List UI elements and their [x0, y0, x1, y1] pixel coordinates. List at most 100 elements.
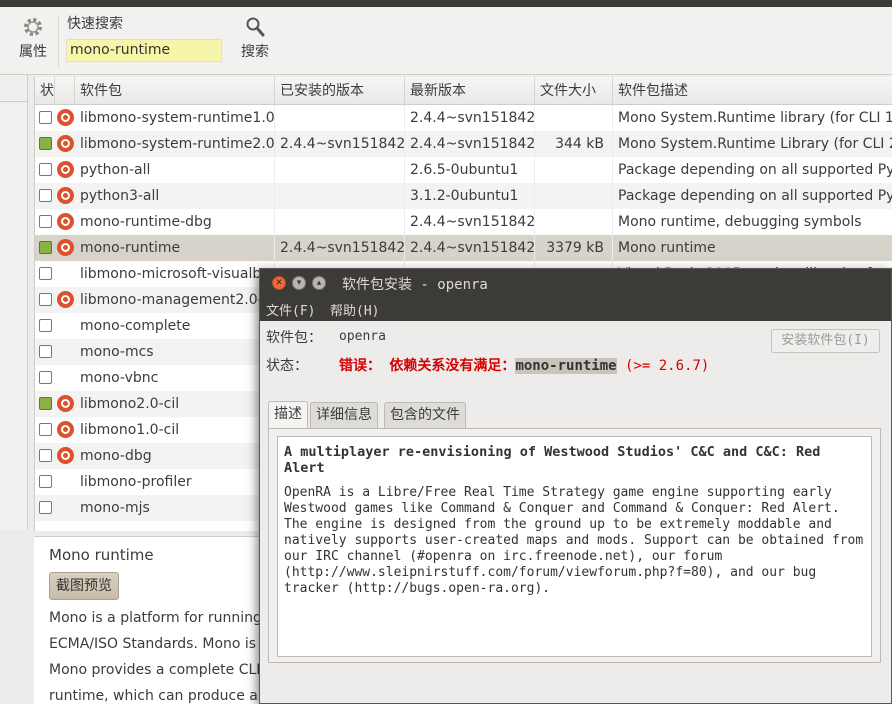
cell-size: 344 kB [535, 131, 613, 157]
ubuntu-icon [57, 291, 74, 308]
dialog-menubar: 文件(F) 帮助(H) [260, 297, 891, 321]
table-row[interactable]: mono-runtime-dbg 2.4.4~svn151842-1 Mono ru… [35, 209, 892, 235]
menu-help[interactable]: 帮助(H) [330, 300, 379, 319]
cell-desc: Mono runtime [613, 235, 892, 261]
cell-size [535, 209, 613, 235]
cell-size [535, 157, 613, 183]
column-latest-version[interactable]: 最新版本 [405, 77, 535, 105]
close-icon[interactable]: ✕ [272, 276, 286, 290]
cell-name: libmono-profiler [75, 469, 275, 495]
status-checkbox[interactable] [39, 215, 52, 228]
status-checkbox[interactable] [39, 267, 52, 280]
cell-desc: Mono runtime, debugging symbols [613, 209, 892, 235]
column-support[interactable] [55, 77, 75, 105]
properties-label: 属性 [19, 44, 47, 60]
quick-search-input[interactable]: mono-runtime [66, 39, 222, 62]
table-row[interactable]: libmono-system-runtime2.0-cil 2.4.4~svn15… [35, 131, 892, 157]
cell-desc: Mono System.Runtime Library (for CLI 2.0… [613, 131, 892, 157]
column-package[interactable]: 软件包 [75, 77, 275, 105]
status-checkbox[interactable] [39, 241, 52, 254]
status-checkbox[interactable] [39, 501, 52, 514]
filter-pane[interactable] [0, 75, 28, 530]
cell-desc: Package depending on all supported Pytho… [613, 183, 892, 209]
ubuntu-icon [57, 421, 74, 438]
cell-name: mono-complete [75, 313, 275, 339]
ubuntu-icon [57, 135, 74, 152]
status-label: 状态： [266, 358, 308, 374]
status-checkbox[interactable] [39, 475, 52, 488]
status-error: 错误： 依赖关系没有满足： [339, 358, 516, 374]
status-checkbox[interactable] [39, 423, 52, 436]
table-row[interactable]: mono-runtime2.4.4~svn151842-12.4.4~svn15… [35, 235, 892, 261]
toolbar: 属性 快速搜索 mono-runtime 搜索 [0, 7, 892, 75]
screenshot-button[interactable]: 截图预览 [49, 572, 119, 600]
ubuntu-icon [57, 239, 74, 256]
status-checkbox[interactable] [39, 111, 52, 124]
status-checkbox[interactable] [39, 189, 52, 202]
cell-size [535, 105, 613, 131]
dialog-titlebar[interactable]: ✕ ▾ ▴ 软件包安装 - openra [260, 269, 891, 297]
cell-name: mono-mjs [75, 495, 275, 521]
status-message: 错误： 依赖关系没有满足：mono-runtime (>= 2.6.7) [339, 355, 709, 375]
package-value: openra [339, 329, 386, 344]
cell-name: mono-mcs [75, 339, 275, 365]
status-checkbox[interactable] [39, 137, 52, 150]
cell-size [535, 183, 613, 209]
ubuntu-icon [57, 109, 74, 126]
status-checkbox[interactable] [39, 319, 52, 332]
column-status[interactable]: 状 [35, 77, 55, 105]
ubuntu-icon [57, 213, 74, 230]
details-line: Mono provides a complete CLR [49, 662, 267, 678]
cell-name: libmono-system-runtime1.0-cil [75, 105, 275, 131]
filter-pane-header [0, 75, 27, 102]
menu-file[interactable]: 文件(F) [266, 300, 315, 319]
column-description[interactable]: 软件包描述 [613, 77, 892, 105]
description-text[interactable]: A multiplayer re-envisioning of Westwood… [277, 436, 872, 657]
details-line: ECMA/ISO Standards. Mono is a [49, 636, 270, 652]
status-checkbox[interactable] [39, 293, 52, 306]
table-row[interactable]: python3-all 3.1.2-0ubuntu1 Package dependi… [35, 183, 892, 209]
ubuntu-icon [57, 395, 74, 412]
minimize-icon[interactable]: ▾ [292, 276, 306, 290]
cell-name: python-all [75, 157, 275, 183]
cell-installed [275, 157, 405, 183]
cell-installed: 2.4.4~svn151842-1 [275, 235, 405, 261]
cell-name: mono-runtime-dbg [75, 209, 275, 235]
cell-name: mono-runtime [75, 235, 275, 261]
status-checkbox[interactable] [39, 397, 52, 410]
table-row[interactable]: libmono-system-runtime1.0-cil 2.4.4~svn15… [35, 105, 892, 131]
cell-installed: 2.4.4~svn151842-1 [275, 131, 405, 157]
tab-details[interactable]: 详细信息 [310, 402, 378, 428]
status-checkbox[interactable] [39, 371, 52, 384]
details-line: Mono is a platform for running [49, 610, 262, 626]
properties-button[interactable]: 属性 [16, 15, 50, 61]
status-checkbox[interactable] [39, 345, 52, 358]
status-checkbox[interactable] [39, 449, 52, 462]
tab-files[interactable]: 包含的文件 [384, 402, 466, 428]
status-checkbox[interactable] [39, 163, 52, 176]
search-button[interactable]: 搜索 [238, 15, 272, 61]
cell-name: libmono-management2.0-cil [75, 287, 275, 313]
maximize-icon[interactable]: ▴ [312, 276, 326, 290]
tab-description[interactable]: 描述 [268, 401, 308, 429]
ubuntu-icon [57, 187, 74, 204]
cell-name: mono-vbnc [75, 365, 275, 391]
dialog-title: 软件包安装 - openra [342, 277, 488, 293]
cell-installed [275, 105, 405, 131]
cell-latest: 2.6.5-0ubuntu1 [405, 157, 535, 183]
package-label: 软件包： [266, 330, 322, 346]
cell-name: python3-all [75, 183, 275, 209]
quick-search-label: 快速搜索 [67, 16, 123, 32]
details-title: Mono runtime [49, 546, 154, 564]
description-body: OpenRA is a Libre/Free Real Time Strateg… [284, 485, 864, 596]
install-dialog: ✕ ▾ ▴ 软件包安装 - openra 文件(F) 帮助(H) 软件包： op… [259, 268, 892, 704]
cell-desc: Package depending on all supported Pytho… [613, 157, 892, 183]
column-installed-version[interactable]: 已安装的版本 [275, 77, 405, 105]
cell-installed [275, 209, 405, 235]
ubuntu-icon [57, 447, 74, 464]
status-version: (>= 2.6.7) [616, 358, 710, 374]
install-package-button[interactable]: 安装软件包(I) [771, 329, 880, 353]
table-row[interactable]: python-all 2.6.5-0ubuntu1 Package dependin… [35, 157, 892, 183]
column-size[interactable]: 文件大小 [535, 77, 613, 105]
search-label: 搜索 [241, 44, 269, 60]
